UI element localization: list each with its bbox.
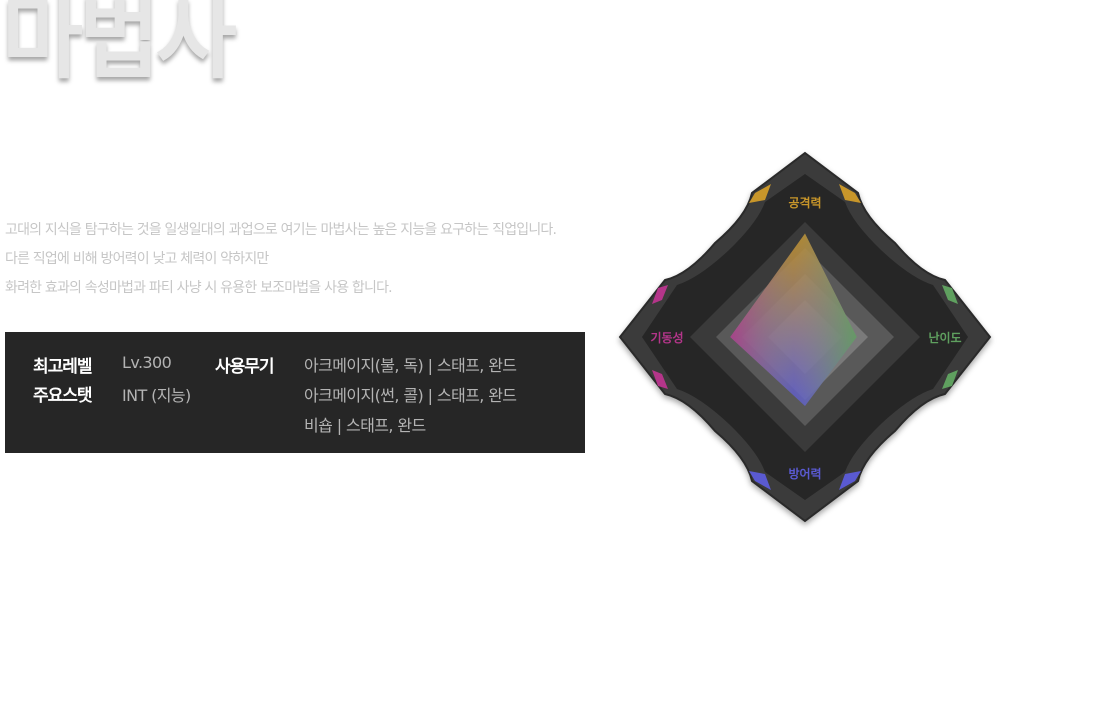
description-line: 고대의 지식을 탐구하는 것을 일생일대의 과업으로 여기는 마법사는 높은 지… bbox=[5, 222, 557, 238]
weapon-item: 아크메이지(썬, 콜) | 스태프, 완드 bbox=[304, 386, 517, 405]
main-stat-value: INT (지능) bbox=[122, 386, 191, 405]
weapon-item: 비숍 | 스태프, 완드 bbox=[304, 416, 426, 435]
axis-label-difficulty: 난이도 bbox=[928, 330, 961, 345]
axis-label-mobility: 기동성 bbox=[650, 330, 683, 345]
stat-radar-chart: 공격력 난이도 방어력 기동성 bbox=[615, 150, 995, 530]
axis-label-defense: 방어력 bbox=[788, 466, 821, 481]
axis-label-attack: 공격력 bbox=[788, 195, 821, 210]
weapon-label: 사용무기 bbox=[215, 357, 275, 377]
page-title: 마법사 bbox=[2, 0, 237, 92]
max-level-value: Lv.300 bbox=[122, 353, 172, 372]
job-description: 고대의 지식을 탐구하는 것을 일생일대의 과업으로 여기는 마법사는 높은 지… bbox=[5, 216, 605, 303]
weapon-item: 아크메이지(불, 독) | 스태프, 완드 bbox=[304, 356, 517, 375]
main-stat-label: 주요스탯 bbox=[33, 386, 93, 406]
job-info-panel: 최고레벨 Lv.300 주요스탯 INT (지능) 사용무기 아크메이지(불, … bbox=[5, 332, 585, 453]
radar-svg: 공격력 난이도 방어력 기동성 bbox=[618, 151, 992, 523]
description-line: 화려한 효과의 속성마법과 파티 사냥 시 유용한 보조마법을 사용 합니다. bbox=[5, 280, 393, 296]
max-level-label: 최고레벨 bbox=[33, 357, 93, 377]
description-line: 다른 직업에 비해 방어력이 낮고 체력이 약하지만 bbox=[5, 251, 269, 267]
